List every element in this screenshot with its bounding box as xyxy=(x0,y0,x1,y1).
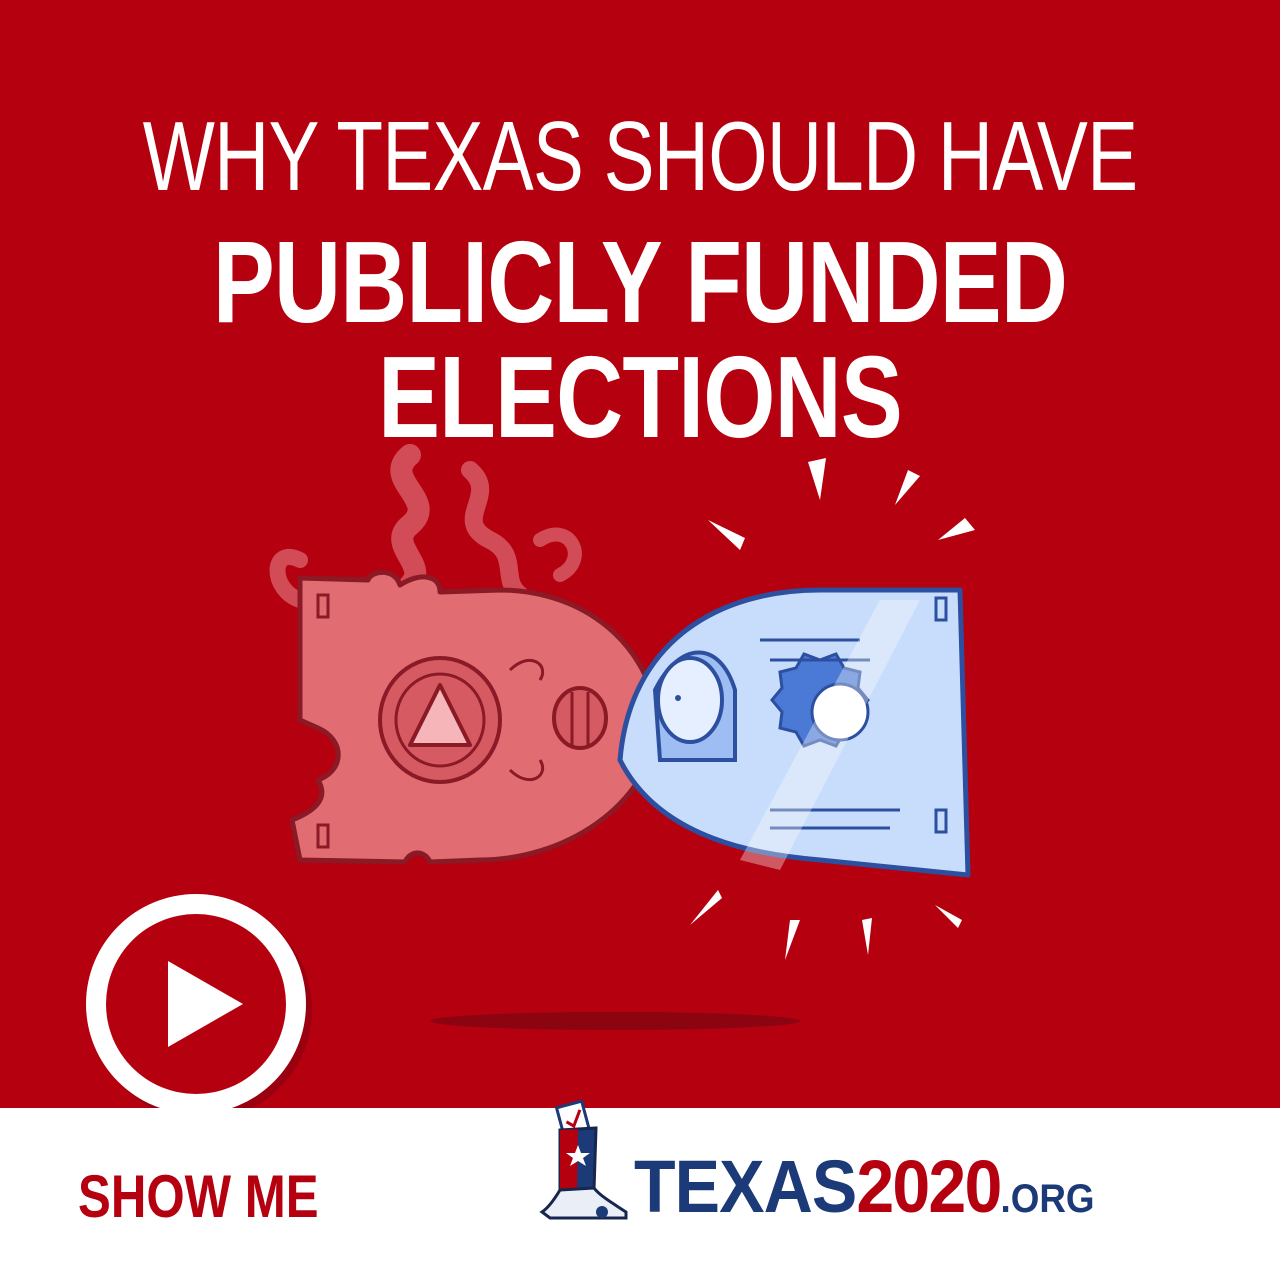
cowboy-boot-icon xyxy=(539,1100,628,1220)
texas2020-logo[interactable]: TEXAS2020.ORG xyxy=(530,1100,1230,1230)
logo-year: 2020 xyxy=(856,1145,1002,1228)
show-me-button[interactable]: SHOW ME xyxy=(78,1162,319,1231)
red-bill-half xyxy=(289,569,663,865)
shadow xyxy=(430,1012,800,1030)
play-button[interactable] xyxy=(78,886,314,1122)
blue-bill-half xyxy=(617,587,971,878)
logo-tld: .ORG xyxy=(1000,1177,1095,1221)
logo-texas: TEXAS xyxy=(634,1145,857,1228)
logo-wordmark: TEXAS2020.ORG xyxy=(634,1144,1095,1229)
